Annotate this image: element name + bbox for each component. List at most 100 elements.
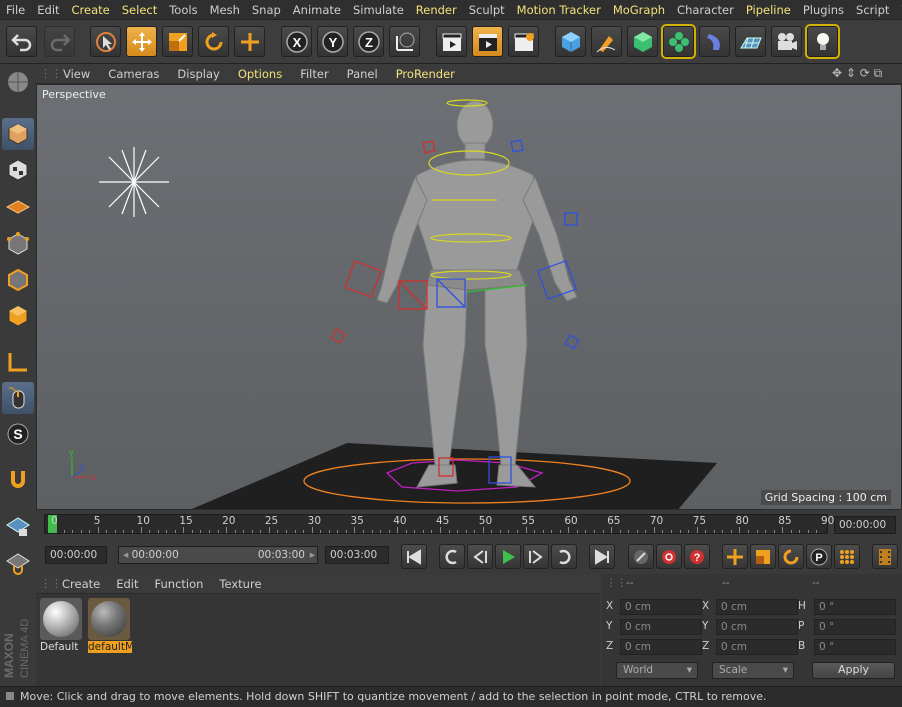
menu-plugins[interactable]: Plugins <box>797 3 850 17</box>
current-time-field[interactable]: 00:00:00 <box>45 546 107 564</box>
character-mesh[interactable] <box>376 100 578 488</box>
menu-mograph[interactable]: MoGraph <box>607 3 671 17</box>
locked-workplane-button[interactable] <box>2 510 34 542</box>
move-tool-button[interactable] <box>126 26 157 57</box>
menu-file[interactable]: File <box>0 3 31 17</box>
coord-field-c-b[interactable]: 0 ° <box>814 639 896 655</box>
material-menu-edit[interactable]: Edit <box>108 577 146 591</box>
autokey-button[interactable] <box>656 544 682 569</box>
material-menu-function[interactable]: Function <box>147 577 212 591</box>
viewport-menu-display[interactable]: Display <box>168 67 228 81</box>
x-axis-lock-button[interactable]: X <box>281 26 312 57</box>
transform-tool-button[interactable] <box>234 26 265 57</box>
render-to-picture-viewer-button[interactable] <box>472 26 503 57</box>
play-button[interactable] <box>495 544 521 569</box>
menu-character[interactable]: Character <box>671 3 740 17</box>
key-scale-button[interactable] <box>750 544 776 569</box>
polygons-mode-button[interactable] <box>2 300 34 332</box>
make-editable-button[interactable] <box>2 66 34 98</box>
menu-edit[interactable]: Edit <box>31 3 65 17</box>
render-view-button[interactable] <box>436 26 467 57</box>
viewport-menu-options[interactable]: Options <box>229 67 291 81</box>
menu-animate[interactable]: Animate <box>287 3 347 17</box>
light-object-button[interactable] <box>805 24 840 59</box>
viewport-menu-prorender[interactable]: ProRender <box>387 67 464 81</box>
keyframe-selection-button[interactable]: ? <box>684 544 710 569</box>
coord-field-a-x[interactable]: 0 cm <box>620 599 702 615</box>
cloner-button[interactable] <box>661 24 696 59</box>
menu-simulate[interactable]: Simulate <box>347 3 410 17</box>
menu-mesh[interactable]: Mesh <box>204 3 246 17</box>
snapping-button[interactable]: S <box>2 418 34 450</box>
viewport-menu-cameras[interactable]: Cameras <box>99 67 168 81</box>
render-settings-button[interactable] <box>508 26 539 57</box>
key-parameter-button[interactable]: P <box>806 544 832 569</box>
camera-object-button[interactable] <box>771 26 802 57</box>
max-time-field[interactable]: 00:03:00 <box>325 546 389 564</box>
key-rotation-button[interactable] <box>778 544 804 569</box>
material-defaultm[interactable]: defaultM <box>88 598 132 653</box>
cube-primitive-button[interactable] <box>555 26 586 57</box>
timeline-window-button[interactable] <box>872 544 898 569</box>
menu-snap[interactable]: Snap <box>246 3 287 17</box>
material-default[interactable]: Default <box>40 598 84 653</box>
rotate-tool-button[interactable] <box>198 26 229 57</box>
coord-field-c-p[interactable]: 0 ° <box>814 619 896 635</box>
menu-select[interactable]: Select <box>116 3 163 17</box>
viewport-nav-icons[interactable]: ✥ ⇕ ⟳ ⧉ <box>832 66 882 81</box>
pen-spline-button[interactable] <box>591 26 622 57</box>
material-menu-create[interactable]: Create <box>54 577 108 591</box>
end-frame-field[interactable]: 00:00:00 <box>834 516 896 534</box>
scale-tool-button[interactable] <box>162 26 193 57</box>
coord-field-b-y[interactable]: 0 cm <box>716 619 798 635</box>
menu-script[interactable]: Script <box>850 3 895 17</box>
key-position-button[interactable] <box>722 544 748 569</box>
coordinate-system-button[interactable] <box>389 26 420 57</box>
subdivision-surface-button[interactable] <box>627 26 658 57</box>
magnet-tool-button[interactable] <box>2 464 34 496</box>
viewport-menu-panel[interactable]: Panel <box>338 67 387 81</box>
floor-object-button[interactable] <box>735 26 766 57</box>
next-frame-button[interactable] <box>523 544 549 569</box>
material-menu-texture[interactable]: Texture <box>211 577 269 591</box>
points-mode-button[interactable] <box>2 228 34 260</box>
coord-field-b-z[interactable]: 0 cm <box>716 639 798 655</box>
axis-mode-button[interactable] <box>2 346 34 378</box>
previous-frame-button[interactable] <box>467 544 493 569</box>
go-to-start-button[interactable] <box>401 544 427 569</box>
live-selection-button[interactable] <box>90 26 121 57</box>
viewport-menu-view[interactable]: View <box>54 67 99 81</box>
viewport-menu-filter[interactable]: Filter <box>291 67 337 81</box>
y-axis-lock-button[interactable]: Y <box>317 26 348 57</box>
edges-mode-button[interactable] <box>2 264 34 296</box>
next-key-button[interactable] <box>551 544 577 569</box>
coord-field-c-h[interactable]: 0 ° <box>814 599 896 615</box>
key-point-level-button[interactable] <box>834 544 860 569</box>
menu-create[interactable]: Create <box>66 3 116 17</box>
planar-workplane-button[interactable] <box>2 546 34 578</box>
undo-button[interactable] <box>6 26 37 57</box>
apply-button[interactable]: Apply <box>812 662 895 679</box>
menu-sculpt[interactable]: Sculpt <box>463 3 511 17</box>
model-mode-button[interactable] <box>2 118 34 150</box>
redo-button[interactable] <box>44 26 75 57</box>
menu-motion-tracker[interactable]: Motion Tracker <box>511 3 607 17</box>
timeline-ruler[interactable]: 0 5 10 15 20 25 30 35 40 45 50 55 60 65 70 75 80 85 90 <box>44 514 834 534</box>
deformer-button[interactable] <box>699 26 730 57</box>
menu-render[interactable]: Render <box>410 3 463 17</box>
coordinate-mode-dropdown[interactable]: World ▾ <box>616 662 698 679</box>
coord-field-a-z[interactable]: 0 cm <box>620 639 702 655</box>
go-to-end-button[interactable] <box>589 544 615 569</box>
menu-window[interactable]: Window <box>895 3 902 17</box>
coord-field-b-x[interactable]: 0 cm <box>716 599 798 615</box>
texture-mode-button[interactable] <box>2 154 34 186</box>
time-range-slider[interactable]: ◂ 00:00:00 00:03:00 ▸ <box>118 546 318 564</box>
previous-key-button[interactable] <box>439 544 465 569</box>
menu-tools[interactable]: Tools <box>163 3 203 17</box>
workplane-mode-button[interactable] <box>2 190 34 222</box>
coord-field-a-y[interactable]: 0 cm <box>620 619 702 635</box>
transform-mode-dropdown[interactable]: Scale ▾ <box>712 662 794 679</box>
z-axis-lock-button[interactable]: Z <box>353 26 384 57</box>
menu-pipeline[interactable]: Pipeline <box>740 3 797 17</box>
perspective-viewport[interactable]: Perspective y x z Grid Spacing: 100 cm <box>36 84 902 510</box>
